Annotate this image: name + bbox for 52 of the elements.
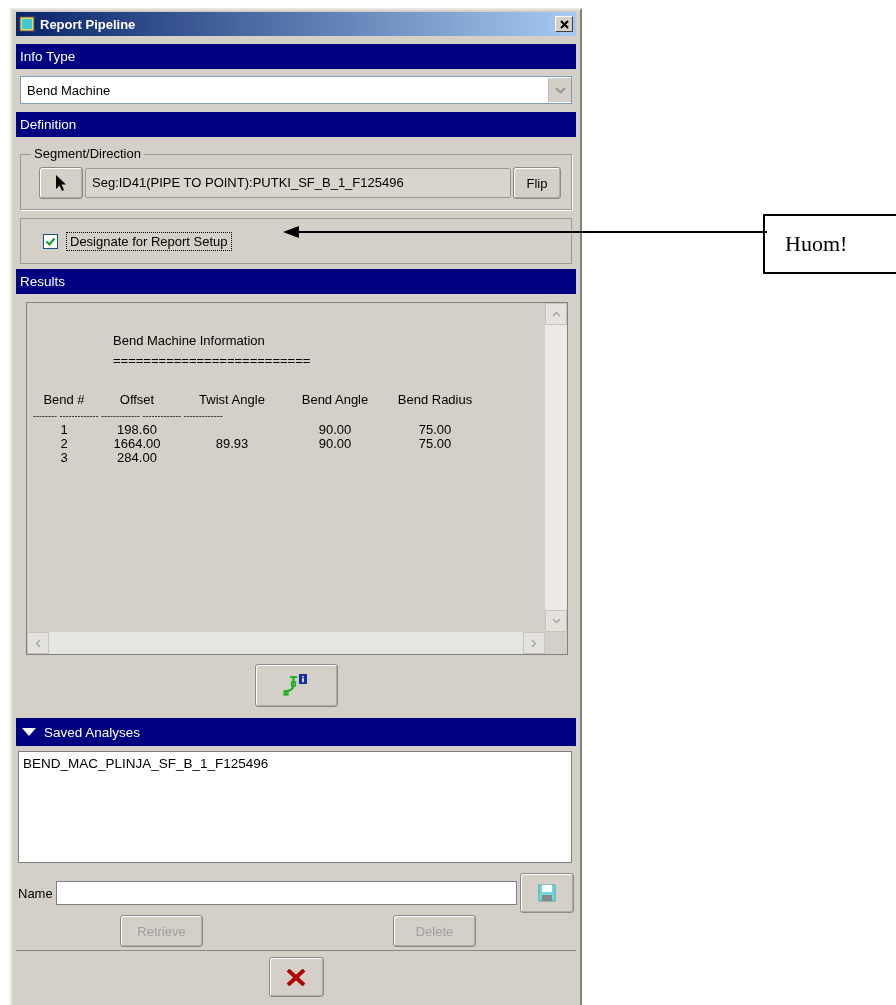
section-header: Results (16, 269, 576, 294)
chevron-down-icon (554, 86, 566, 94)
checkbox-label[interactable]: Designate for Report Setup (66, 231, 232, 251)
section-header: Info Type (16, 44, 576, 69)
section-header[interactable]: Saved Analyses (16, 718, 576, 746)
table-cell-text: 284.00 (116, 451, 158, 465)
table-cell-text: 75.00 (417, 437, 453, 451)
report-underline: ========================== (113, 352, 312, 370)
column-header: Bend Angle (300, 391, 370, 409)
table-cell-text: 1 (59, 423, 69, 437)
chevron-left-icon[interactable] (35, 638, 41, 648)
select-button[interactable] (39, 167, 83, 199)
table-cell-text: 90.00 (317, 423, 353, 437)
table-cell-text: 198.60 (116, 423, 158, 437)
annotation-note: Huom! (763, 214, 896, 274)
chevron-right-icon[interactable] (531, 638, 537, 648)
pipe-info-button[interactable] (254, 664, 338, 707)
cursor-icon (55, 174, 67, 192)
column-header: Bend Radius (396, 391, 474, 409)
separator-line: -------- ------------- ------------- ------------- ------------- (33, 411, 224, 421)
segment-field[interactable]: Seg:ID41(PIPE TO POINT):PUTKI_SF_B_1_F125496 (85, 168, 511, 198)
close-icon (286, 968, 306, 986)
flip-button[interactable]: Flip (513, 167, 561, 199)
pipe-info-icon (283, 673, 309, 698)
close-icon (559, 19, 569, 29)
chevron-up-icon[interactable] (551, 311, 561, 317)
vertical-scrollbar[interactable] (545, 303, 567, 632)
name-field[interactable] (55, 881, 517, 905)
table-cell-text: 75.00 (417, 423, 453, 437)
field-label: Name (18, 885, 53, 901)
column-header: Bend # (42, 391, 86, 409)
window-title: Report Pipeline (40, 16, 137, 32)
chevron-down-icon[interactable] (551, 618, 561, 624)
save-button[interactable] (520, 873, 574, 913)
horizontal-scrollbar[interactable] (27, 632, 545, 654)
section-header: Definition (16, 112, 576, 137)
list-item[interactable]: BEND_MAC_PLINJA_SF_B_1_F125496 (23, 756, 567, 771)
column-header: Twist Angle (198, 391, 266, 409)
close-button[interactable] (268, 957, 324, 997)
column-header: Offset (118, 391, 156, 409)
table-cell-text: 1664.00 (112, 437, 162, 451)
info-type-dropdown[interactable]: Bend Machine (20, 76, 572, 104)
table-cell-text: 3 (59, 451, 69, 465)
group-label: Segment/Direction (31, 146, 144, 161)
checkbox[interactable] (43, 233, 58, 249)
table-cell-text: 2 (59, 437, 69, 451)
report-title: Bend Machine Information (113, 332, 266, 350)
section-title: Saved Analyses (44, 723, 141, 742)
table-cell-text: 89.93 (214, 437, 250, 451)
save-icon (538, 884, 556, 902)
window-icon (19, 16, 35, 32)
table-cell-text: 90.00 (317, 437, 353, 451)
